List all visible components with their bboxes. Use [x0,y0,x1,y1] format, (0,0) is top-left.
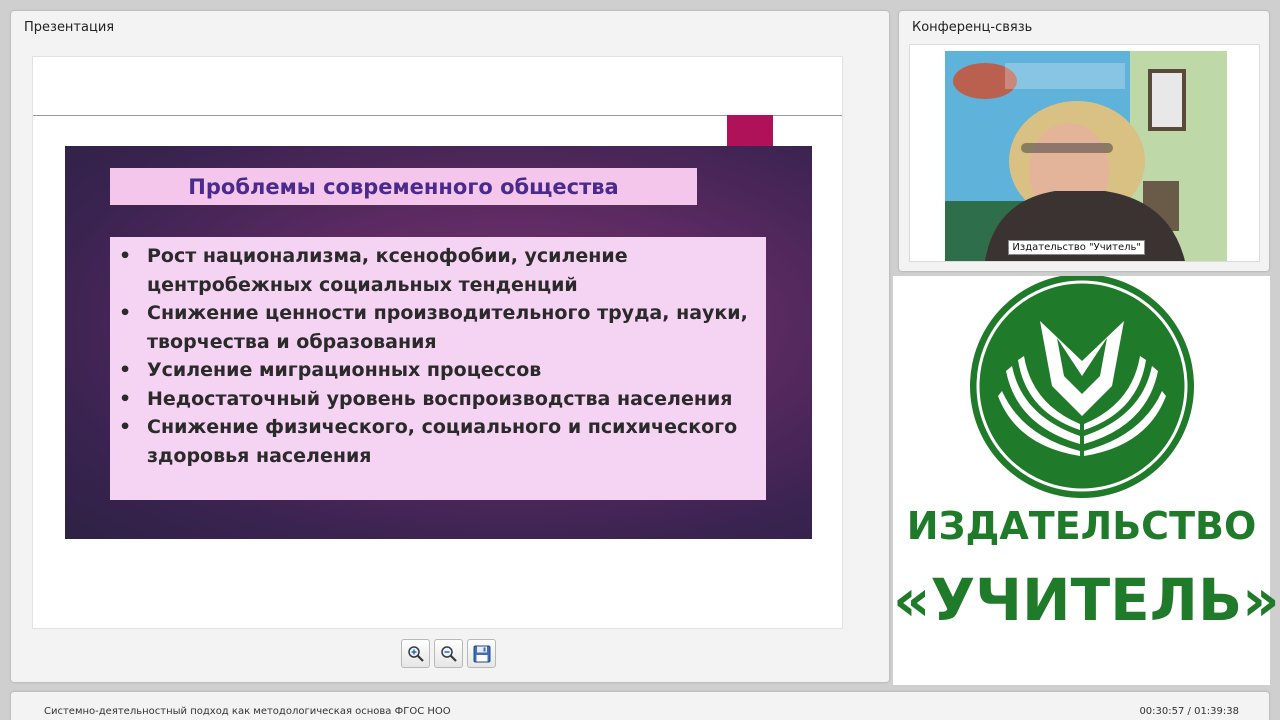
slide-bullet-text: Усиление миграционных процессов [147,359,542,381]
zoom-in-icon [407,645,424,662]
slide-viewer[interactable]: Проблемы современного общества • Рост нац… [32,56,843,629]
slide-bullet-item: • Недостаточный уровень воспроизводства н… [115,385,756,414]
conference-panel: Конференц-связь Издательство "Учитель" [899,11,1269,271]
slide-bullet-text: Снижение физического, социального и псих… [147,416,738,467]
slide-bullet-item: • Рост национализма, ксенофобии, усиление… [115,242,756,299]
slide-bullet-item: • Снижение ценности производительного тру… [115,299,756,356]
publisher-logo-panel: ИЗДАТЕЛЬСТВО «УЧИТЕЛЬ» [893,276,1280,685]
slide-toolbar [401,639,496,669]
slide-bullet-text: Рост национализма, ксенофобии, усиление … [147,245,628,296]
slide-title-box: Проблемы современного общества [110,168,697,205]
slide-title: Проблемы современного общества [188,174,619,199]
playback-time: 00:30:57 / 01:39:38 [1139,706,1239,717]
conference-panel-title: Конференц-связь [912,20,1033,35]
slide-content: Проблемы современного общества • Рост нац… [65,146,812,539]
bullet-icon: • [119,387,132,410]
participant-name-label: Издательство "Учитель" [1008,240,1145,255]
webcam-image [945,51,1227,261]
bullet-icon: • [119,359,132,381]
slide-bullet-text: Недостаточный уровень воспроизводства на… [147,387,733,410]
bullet-icon: • [119,245,132,267]
zoom-in-button[interactable] [401,639,430,668]
slide-list-box: • Рост национализма, ксенофобии, усиление… [110,237,766,500]
publisher-name: «УЧИТЕЛЬ» [893,566,1280,634]
zoom-out-icon [440,645,457,662]
slide-divider [33,115,842,116]
playback-bar: Системно-деятельностный подход как метод… [11,692,1269,720]
presentation-panel-title: Презентация [24,20,115,35]
video-frame: Издательство "Учитель" [909,44,1260,262]
slide-bullet-item: • Снижение физического, социального и пси… [115,413,756,470]
publisher-label: ИЗДАТЕЛЬСТВО [906,504,1257,548]
slide-bullet-item: • Усиление миграционных процессов [115,356,756,385]
bullet-icon: • [119,302,132,324]
video-feed[interactable]: Издательство "Учитель" [945,51,1227,261]
slide-bullet-text: Снижение ценности производительного труд… [147,302,748,353]
slide-bullet-list: • Рост национализма, ксенофобии, усиление… [115,242,756,470]
save-button[interactable] [467,639,496,668]
floppy-disk-icon [473,645,490,662]
bullet-icon: • [119,416,132,438]
lecture-title: Системно-деятельностный подход как метод… [44,706,451,717]
publisher-logo-icon [970,276,1194,498]
presentation-panel: Презентация Проблемы современного общест… [11,11,889,682]
zoom-out-button[interactable] [434,639,463,668]
